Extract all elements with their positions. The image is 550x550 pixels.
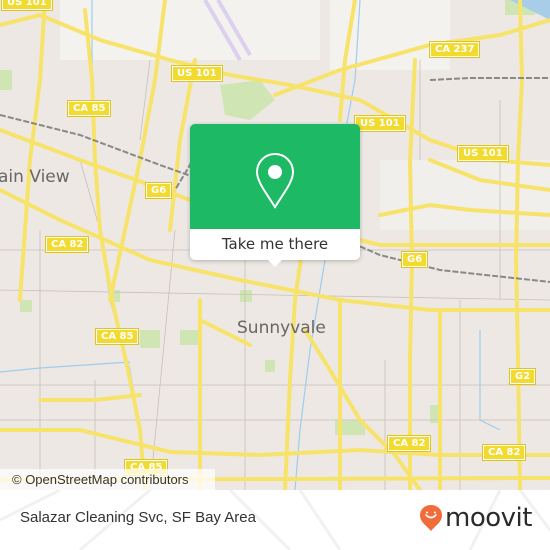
moovit-logo[interactable]: moovit — [419, 503, 532, 533]
shield-ca85: CA 85 — [94, 328, 140, 345]
moovit-wordmark: moovit — [445, 503, 532, 533]
map-attribution[interactable]: © OpenStreetMap contributors — [0, 469, 215, 490]
city-label-mountain-view: ain View — [0, 167, 70, 187]
shield-us101: US 101 — [457, 145, 509, 162]
popup-header — [190, 124, 360, 229]
shield-ca82: CA 82 — [386, 435, 432, 452]
shield-g2: G2 — [508, 368, 537, 385]
location-popup: Take me there — [190, 124, 360, 267]
shield-ca82: CA 82 — [481, 444, 527, 461]
shield-g6: G6 — [400, 251, 429, 268]
take-me-there-button[interactable]: Take me there — [190, 229, 360, 260]
city-label-sunnyvale: Sunnyvale — [237, 318, 326, 338]
shield-us101: US 101 — [1, 0, 53, 11]
shield-ca82: CA 82 — [44, 236, 90, 253]
shield-ca237: CA 237 — [428, 41, 481, 58]
place-name: Salazar Cleaning Svc, SF Bay Area — [20, 509, 256, 526]
moovit-pin-icon — [420, 505, 442, 531]
popup-pointer — [267, 259, 283, 267]
shield-g6: G6 — [144, 182, 173, 199]
shield-us101: US 101 — [171, 65, 223, 82]
map[interactable]: ain View Sunnyvale US 101 US 101 US 101 … — [0, 0, 550, 490]
map-pin-icon — [255, 152, 295, 209]
footer: Salazar Cleaning Svc, SF Bay Area moovit — [0, 490, 550, 550]
shield-us101: US 101 — [354, 115, 406, 132]
shield-ca85: CA 85 — [66, 100, 112, 117]
